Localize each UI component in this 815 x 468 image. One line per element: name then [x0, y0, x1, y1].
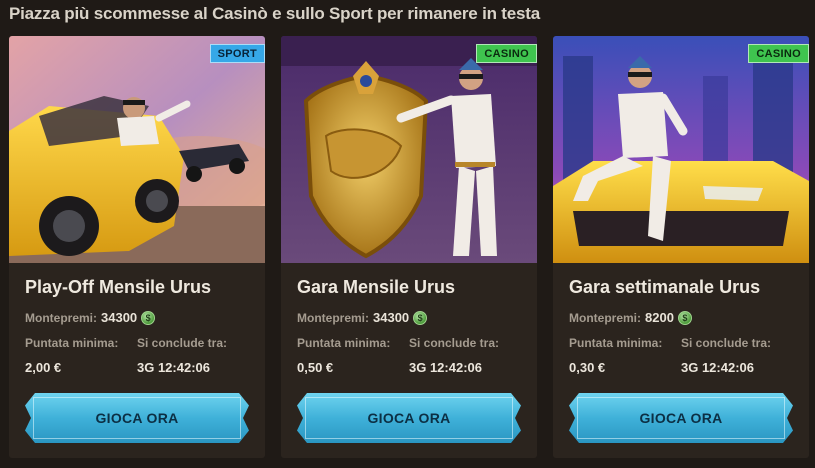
prize-value: 34300	[373, 310, 410, 325]
category-tag: SPORT	[209, 44, 265, 63]
prize-value: 8200	[645, 310, 674, 325]
min-bet-value: 2,00 €	[25, 360, 62, 375]
ends-in-value: 3G 12:42:06	[681, 360, 754, 375]
category-tag: CASINO	[748, 44, 809, 63]
coin-icon: $	[413, 310, 428, 325]
ends-in-value: 3G 12:42:06	[409, 360, 482, 375]
card-title: Play-Off Mensile Urus	[25, 277, 212, 297]
coin-icon: $	[677, 310, 692, 325]
card-artwork	[9, 36, 265, 263]
prize-label: Montepremi:	[297, 310, 369, 325]
ends-in-value: 3G 12:42:06	[137, 360, 210, 375]
ends-in-label: Si conclude tra:	[409, 336, 500, 350]
play-now-button[interactable]: GIOCA ORA	[297, 393, 521, 443]
card-title: Gara Mensile Urus	[297, 277, 456, 297]
min-bet-value: 0,30 €	[569, 360, 606, 375]
coin-icon: $	[141, 310, 156, 325]
prize-pool: Montepremi: 8200 $	[569, 310, 692, 325]
play-now-button[interactable]: GIOCA ORA	[25, 393, 249, 443]
page-headline: Piazza più scommesse al Casinò e sullo S…	[9, 4, 540, 23]
ends-in-label: Si conclude tra:	[681, 336, 772, 350]
prize-pool: Montepremi: 34300 $	[297, 310, 428, 325]
min-bet-label: Puntata minima:	[569, 336, 663, 350]
category-tag: CASINO	[476, 44, 537, 63]
prize-value: 34300	[101, 310, 138, 325]
min-bet-label: Puntata minima:	[297, 336, 391, 350]
card-artwork	[553, 36, 809, 263]
min-bet-value: 0,50 €	[297, 360, 334, 375]
ends-in-label: Si conclude tra:	[137, 336, 228, 350]
card-title: Gara settimanale Urus	[569, 277, 761, 297]
play-now-button[interactable]: GIOCA ORA	[569, 393, 793, 443]
prize-label: Montepremi:	[569, 310, 641, 325]
min-bet-label: Puntata minima:	[25, 336, 119, 350]
card-artwork	[281, 36, 537, 263]
tournament-cards: SPORT Play-Off Mensile Urus Montepremi: …	[9, 36, 809, 458]
tournament-card-casino-monthly[interactable]: CASINO Gara Mensile Urus Montepremi: 343…	[281, 36, 537, 458]
prize-label: Montepremi:	[25, 310, 97, 325]
prize-pool: Montepremi: 34300 $	[25, 310, 156, 325]
tournament-card-casino-weekly[interactable]: CASINO Gara settimanale Urus Montepremi:…	[553, 36, 809, 458]
tournament-card-sport[interactable]: SPORT Play-Off Mensile Urus Montepremi: …	[9, 36, 265, 458]
